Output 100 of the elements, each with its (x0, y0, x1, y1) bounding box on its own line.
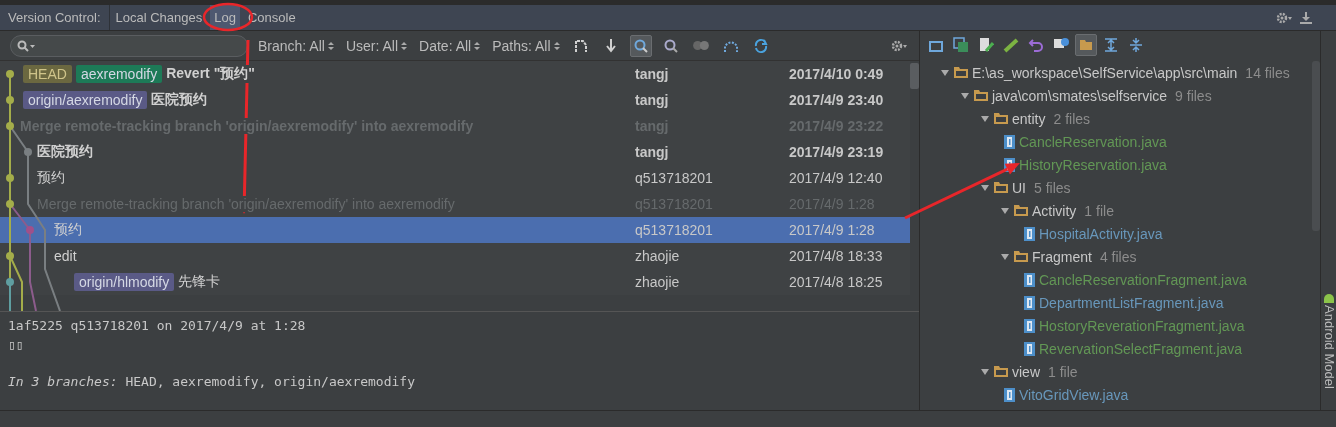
tree-row-folder[interactable]: UI 5 files (920, 176, 1312, 199)
folder-name: Fragment (1032, 248, 1092, 265)
scrollbar-thumb[interactable] (1312, 61, 1320, 231)
folder-name: java\com\smates\selfservice (992, 87, 1168, 104)
commit-header: 1af5225 q513718201 on 2017/4/9 at 1:28 (8, 318, 307, 333)
folder-icon (1078, 37, 1094, 53)
file-name: DepartmentListFragment.java (1039, 294, 1224, 311)
commit-dot (6, 70, 14, 78)
android-icon (1322, 293, 1335, 303)
undo-icon (1028, 37, 1044, 53)
sort-arrows-icon (474, 40, 481, 51)
filter-dropdown[interactable]: Date: All (417, 37, 483, 54)
tree-row-folder[interactable]: entity 2 files (920, 107, 1312, 130)
sort-arrows-icon (327, 40, 334, 51)
java-file-icon (1024, 272, 1035, 287)
tree-row-folder[interactable]: java\com\smates\selfservice 9 files (920, 84, 1312, 107)
search-field[interactable] (10, 34, 248, 57)
expand-icon (1103, 37, 1119, 53)
java-file-icon (1024, 295, 1035, 310)
tab[interactable]: Local Changes (111, 5, 207, 30)
java-file-icon (1004, 387, 1015, 402)
tree-row-file[interactable]: DepartmentListFragment.java (920, 291, 1312, 314)
ref-label: aexremodify (75, 65, 163, 83)
file-count: 2 files (1053, 110, 1091, 127)
commit-message: edit (54, 248, 77, 264)
filter-dropdown[interactable]: User: All (343, 37, 410, 54)
branches-text: In 3 branches: HEAD, aexremodify, origin/aexremodify (8, 374, 416, 389)
folder-icon (994, 366, 1008, 377)
commit-message: 预约 (37, 169, 65, 187)
sort-arrows-icon (401, 40, 408, 51)
commit-dot (6, 252, 14, 260)
file-count: 5 files (1034, 179, 1071, 196)
expand-caret-icon[interactable] (1000, 251, 1010, 262)
pencil-icon (1003, 37, 1019, 53)
commit-message: 医院预约 (37, 143, 93, 161)
commit-dot (26, 226, 34, 234)
settings-icon (891, 38, 907, 53)
java-file-icon (1004, 134, 1015, 149)
folder-name: E:\as_workspace\SelfService\app\src\main (972, 64, 1238, 81)
commit-author: zhaojie (635, 248, 681, 264)
toolbar-button[interactable] (629, 34, 652, 57)
folder-icon (954, 67, 968, 78)
filter-dropdown[interactable]: Branch: All (256, 37, 336, 54)
side-tab[interactable]: Android Model (1321, 305, 1336, 389)
commit-date: 2017/4/9 23:19 (789, 144, 884, 160)
tree-row-folder[interactable]: E:\as_workspace\SelfService\app\src\main 14 files (920, 61, 1312, 84)
tree-row-folder[interactable]: view 1 file (920, 360, 1312, 383)
copy-icon (953, 37, 969, 53)
file-name: CancleReservation.java (1019, 133, 1167, 150)
tree-row-folder[interactable]: Activity 1 file (920, 199, 1312, 222)
tree-row-file[interactable]: CancleReservationFragment.java (920, 268, 1312, 291)
tree-row-folder[interactable]: Fragment 4 files (920, 245, 1312, 268)
commit-author: tangj (635, 92, 670, 108)
java-file-icon (1024, 318, 1035, 333)
folder-icon (974, 90, 988, 101)
edit-icon (978, 37, 994, 53)
collapse-icon (1128, 37, 1144, 53)
circles-icon (692, 41, 709, 50)
expand-caret-icon[interactable] (960, 90, 970, 101)
folder-icon (994, 182, 1008, 193)
expand-caret-icon[interactable] (1000, 205, 1010, 216)
search-icon (662, 37, 679, 54)
java-file-icon (1024, 341, 1035, 356)
tree-row-file[interactable]: RevervationSelectFragment.java (920, 337, 1312, 360)
commit-author: tangj (635, 144, 670, 160)
commit-row[interactable]: 预约 q513718201 2017/4/9 1:28 (0, 217, 910, 243)
file-count: 9 files (1175, 87, 1212, 104)
file-count: 14 files (1245, 64, 1290, 81)
commit-date: 2017/4/9 12:40 (789, 170, 883, 186)
commit-message: ▯▯ (8, 337, 25, 352)
commit-author: zhaojie (635, 274, 681, 290)
tool-window-label: Version Control: (0, 5, 110, 30)
file-name: VitoGridView.java (1019, 386, 1129, 403)
file-name: CancleReservationFragment.java (1039, 271, 1247, 288)
tree-row-file[interactable]: HospitalActivity.java (920, 222, 1312, 245)
commit-dot (6, 122, 14, 130)
ref-label: HEAD (23, 65, 72, 83)
expand-caret-icon[interactable] (980, 366, 990, 377)
file-name: RevervationSelectFragment.java (1039, 340, 1243, 357)
ref-label: origin/hlmodify (74, 273, 175, 291)
download-icon (1300, 11, 1312, 24)
file-count: 1 file (1084, 202, 1114, 219)
expand-caret-icon[interactable] (940, 67, 950, 78)
file-count: 1 file (1048, 363, 1078, 380)
tree-row-file[interactable]: VitoGridView.java (920, 383, 1312, 406)
commit-dot (6, 278, 14, 286)
commit-date: 2017/4/8 18:33 (789, 248, 883, 264)
filter-dropdown[interactable]: Paths: All (490, 37, 562, 54)
folder-icon (994, 113, 1008, 124)
expand-caret-icon[interactable] (980, 182, 990, 193)
file-name: HospitalActivity.java (1039, 225, 1163, 242)
tree-row-file[interactable]: CancleReservation.java (920, 130, 1312, 153)
magnifier-icon (632, 37, 649, 54)
expand-caret-icon[interactable] (980, 113, 990, 124)
scrollbar-thumb[interactable] (910, 63, 919, 89)
file-count: 4 files (1099, 248, 1137, 265)
tree-row-file[interactable]: HostoryReverationFragment.java (920, 314, 1312, 337)
commit-date: 2017/4/8 18:25 (789, 274, 883, 290)
refresh-icon (752, 37, 769, 54)
settings-icon (1276, 10, 1292, 25)
